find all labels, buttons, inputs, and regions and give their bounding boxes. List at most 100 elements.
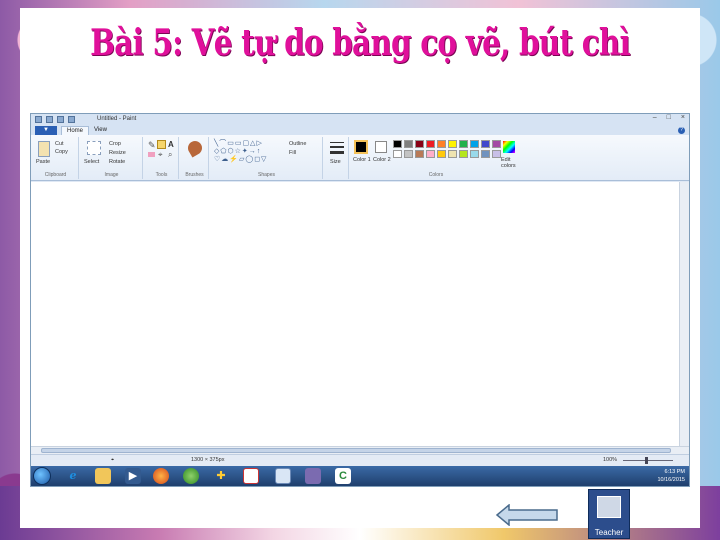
settings-app-icon[interactable] [305, 468, 321, 484]
brush-icon[interactable] [185, 138, 205, 158]
shapes-gallery[interactable]: ╲⌒▭▭▢△▷ ◇⬠⬡☆✦→↑ ♡☁⚡▱◯◻▽ [214, 140, 284, 166]
teacher-shortcut[interactable]: Teacher [588, 489, 630, 539]
zoom-slider[interactable] [623, 460, 673, 461]
help-icon[interactable]: ? [678, 127, 685, 134]
paint-titlebar: Untitled - Paint – □ × [31, 114, 689, 126]
pencil-icon[interactable]: ✎ [148, 140, 156, 151]
palette-swatch[interactable] [393, 140, 402, 148]
fill-button[interactable]: Fill [289, 150, 296, 156]
paint-window: Untitled - Paint – □ × ▼ Home View ? Pas… [30, 113, 690, 487]
palette-swatch[interactable] [426, 140, 435, 148]
group-label-tools: Tools [155, 172, 168, 178]
palette-swatch[interactable] [448, 140, 457, 148]
start-button[interactable] [33, 467, 51, 485]
vertical-scrollbar[interactable] [679, 182, 689, 446]
canvas-size-text: 1300 × 375px [191, 457, 225, 463]
teacher-label: Teacher [594, 528, 624, 537]
group-colors: Color 1 Color 2 Edit colors Colors [351, 137, 521, 179]
horizontal-scrollbar[interactable] [31, 446, 689, 454]
color1-swatch[interactable] [354, 140, 368, 154]
network-tool-icon[interactable]: ✚ [213, 468, 229, 484]
color1-button[interactable]: Color 1 [353, 157, 371, 163]
window-controls: – □ × [653, 114, 685, 121]
fill-icon[interactable] [157, 140, 166, 149]
select-icon[interactable] [87, 141, 101, 155]
minimize-icon[interactable]: – [653, 114, 657, 121]
back-arrow-button[interactable] [495, 504, 559, 526]
slide-title: Bài 5: Vẽ tự do bằng cọ vẽ, bút chì [90, 22, 631, 64]
paint-taskbar-icon[interactable] [243, 468, 259, 484]
crop-button[interactable]: Crop [109, 141, 121, 147]
color-palette [393, 140, 503, 160]
palette-swatch[interactable] [415, 140, 424, 148]
horizontal-scroll-thumb[interactable] [41, 448, 671, 453]
palette-swatch[interactable] [415, 150, 424, 158]
group-label-clipboard: Clipboard [44, 172, 67, 178]
outline-button[interactable]: Outline [289, 141, 306, 147]
clock-time: 6:13 PM [664, 469, 685, 475]
group-label-shapes: Shapes [258, 172, 275, 178]
edit-colors-button[interactable]: Edit colors [501, 157, 521, 169]
paint-app-icon[interactable] [35, 116, 42, 123]
palette-swatch[interactable] [393, 150, 402, 158]
palette-swatch[interactable] [404, 140, 413, 148]
size-line-1 [330, 142, 344, 143]
file-menu-button[interactable]: ▼ [35, 126, 57, 135]
green-app-icon[interactable] [183, 468, 199, 484]
edit-colors-icon[interactable] [503, 141, 515, 153]
media-player-icon[interactable]: ▶ [125, 468, 141, 484]
drawing-canvas[interactable] [31, 182, 679, 446]
palette-swatch[interactable] [437, 150, 446, 158]
file-explorer-icon[interactable] [95, 468, 111, 484]
internet-explorer-icon[interactable]: e [65, 468, 81, 484]
size-button[interactable]: Size [330, 159, 341, 165]
resize-button[interactable]: Resize [109, 150, 126, 156]
palette-swatch[interactable] [448, 150, 457, 158]
palette-swatch[interactable] [426, 150, 435, 158]
color2-button[interactable]: Color 2 [373, 157, 391, 163]
undo-icon[interactable] [57, 116, 64, 123]
palette-swatch[interactable] [492, 140, 501, 148]
close-icon[interactable]: × [681, 114, 685, 121]
group-label-colors: Colors [428, 172, 444, 178]
paste-icon[interactable] [38, 141, 50, 157]
palette-swatch[interactable] [481, 140, 490, 148]
group-image: Select Crop Resize Rotate Image [81, 137, 143, 179]
save-icon[interactable] [46, 116, 53, 123]
quick-access-toolbar [35, 116, 75, 123]
palette-swatch[interactable] [459, 150, 468, 158]
c-app-icon[interactable]: C [335, 468, 351, 484]
ribbon: Paste Cut Copy Clipboard Select Crop Res… [31, 135, 689, 181]
palette-swatch[interactable] [459, 140, 468, 148]
tab-view[interactable]: View [89, 126, 112, 135]
maximize-icon[interactable]: □ [667, 114, 671, 121]
tab-home[interactable]: Home [61, 126, 90, 135]
palette-swatch[interactable] [470, 140, 479, 148]
teacher-icon [597, 496, 621, 518]
magnifier-icon[interactable]: ⌕ [168, 150, 172, 160]
paste-button[interactable]: Paste [36, 159, 50, 165]
palette-swatch[interactable] [437, 140, 446, 148]
cut-button[interactable]: Cut [55, 141, 64, 147]
window-title: Untitled - Paint [97, 116, 137, 122]
eraser-icon[interactable] [148, 152, 155, 157]
ribbon-tabs: ▼ Home View ? [31, 126, 689, 135]
rotate-button[interactable]: Rotate [109, 159, 125, 165]
clock-date: 10/16/2015 [657, 477, 685, 483]
notepad-icon[interactable] [275, 468, 291, 484]
copy-button[interactable]: Copy [55, 149, 68, 155]
palette-swatch[interactable] [470, 150, 479, 158]
system-tray: 6:13 PM 10/16/2015 [657, 468, 685, 484]
group-size: Size [325, 137, 349, 179]
redo-icon[interactable] [68, 116, 75, 123]
palette-swatch[interactable] [481, 150, 490, 158]
palette-swatch[interactable] [404, 150, 413, 158]
color2-swatch[interactable] [375, 141, 387, 153]
text-icon[interactable]: A [168, 140, 174, 149]
firefox-icon[interactable] [153, 468, 169, 484]
palette-swatch[interactable] [492, 150, 501, 158]
select-button[interactable]: Select [84, 159, 99, 165]
zoom-slider-thumb[interactable] [645, 457, 648, 464]
color-picker-icon[interactable]: ⌖ [158, 150, 163, 160]
group-brushes: Brushes [181, 137, 209, 179]
